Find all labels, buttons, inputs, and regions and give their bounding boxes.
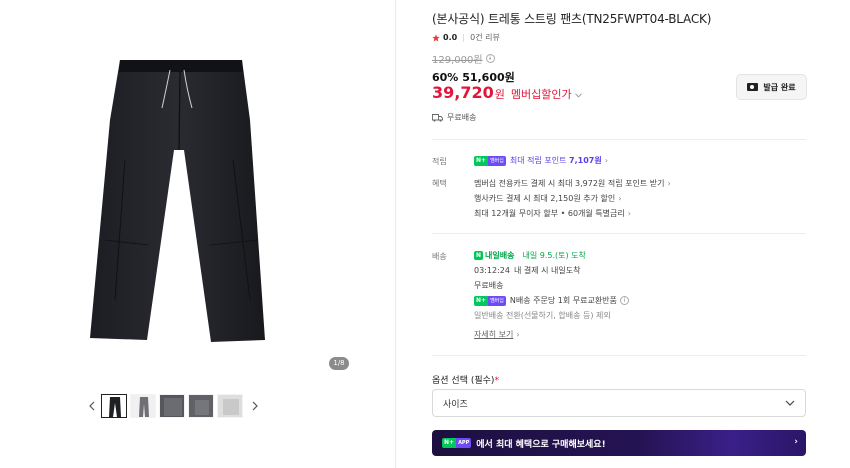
benefit-text-3: 최대 12개월 무이자 할부 • 60개월 특별금리 (474, 209, 625, 218)
app-tag: N+ APP (442, 438, 472, 448)
thumbnail-3[interactable] (159, 394, 185, 418)
app-tag-n: N+ (442, 438, 457, 448)
npay-member-tag: 멤버십 (488, 295, 506, 306)
option-required-text: (필수) (470, 376, 495, 386)
chevron-right-icon: › (618, 194, 622, 203)
coupon-icon (747, 83, 759, 91)
benefit-line-2[interactable]: 행사카드 결제 시 최대 2,150원 추가 할인 › (474, 193, 621, 204)
member-price: 39,720 (432, 83, 494, 102)
product-title: (본사공식) 트레통 스트링 팬츠(TN25FWPT04-BLACK) (432, 12, 712, 26)
deadline-text: 내 결제 시 내일도착 (513, 266, 581, 275)
member-price-line[interactable]: 39,720 원 멤버십할인가 (432, 83, 582, 102)
option-title-text: 옵션 선택 (432, 376, 468, 386)
points-label: 적립 (432, 157, 447, 166)
arrival-date: 내일 9.5.(토) 도착 (522, 251, 586, 260)
info-icon[interactable]: i (619, 296, 629, 305)
exchange-text: N배송 주문당 1회 무료교환반품 (509, 296, 617, 305)
chevron-right-icon: › (667, 179, 671, 188)
column-divider (395, 0, 396, 468)
chevron-right-icon: › (604, 156, 608, 165)
option-title: 옵션 선택 (필수)* (432, 373, 499, 386)
delivery-more-link[interactable]: 자세히 보기 › (474, 329, 520, 340)
app-promo-banner[interactable]: N+ APP 에서 최대 혜택으로 구매해보세요! › (432, 430, 806, 456)
deadline-line: 03:12:24 내 결제 시 내일도착 (474, 265, 580, 276)
coupon-button-label: 발급 완료 (763, 82, 796, 92)
info-icon[interactable]: i (485, 54, 495, 63)
npay-logo: N+ (474, 155, 489, 166)
thumb-prev-button[interactable] (86, 394, 98, 418)
fast-delivery-badge: N 내일배송 (474, 250, 514, 261)
delivery-free: 무료배송 (474, 281, 504, 290)
chevron-down-icon (574, 93, 582, 98)
chevron-right-icon: › (794, 437, 798, 447)
chevron-right-icon: › (627, 209, 631, 218)
section-divider (432, 233, 806, 234)
coupon-issued-button[interactable]: 발급 완료 (736, 74, 807, 100)
banner-text: 에서 최대 혜택으로 구매해보세요! (476, 439, 606, 450)
thumbnail-4[interactable] (188, 394, 214, 418)
required-asterisk: * (494, 376, 499, 386)
size-select-value: 사이즈 (443, 399, 468, 410)
delivery-label: 배송 (432, 252, 447, 261)
free-shipping-text: 무료배송 (447, 113, 477, 122)
exchange-line: N+ 멤버십 N배송 주문당 1회 무료교환반품 i (474, 295, 629, 306)
divider (463, 33, 465, 42)
benefits-label: 혜택 (432, 179, 447, 188)
max-points-amount: 7,107원 (569, 156, 602, 165)
section-divider (432, 355, 806, 356)
exception-line: 일반배송 전환(선물하기, 합배송 등) 제외 (474, 311, 611, 320)
chevron-right-icon (252, 401, 258, 411)
original-price: 129,000원 i (432, 51, 495, 66)
npay-member-tag: 멤버십 (488, 155, 506, 166)
original-price-text: 129,000원 (432, 55, 483, 66)
thumb-next-button[interactable] (249, 394, 261, 418)
npay-membership-badge: N+ 멤버십 (474, 155, 506, 166)
deadline-timer: 03:12:24 (474, 266, 510, 275)
thumbnail-5[interactable] (217, 394, 243, 418)
points-line[interactable]: N+ 멤버십 최대 적립 포인트 7,107원 › (474, 155, 608, 166)
image-page-badge: 1/8 (329, 357, 349, 370)
chevron-right-icon: › (516, 330, 520, 339)
fast-delivery-label: 내일배송 (485, 251, 515, 260)
max-points-label: 최대 적립 포인트 (509, 156, 567, 165)
benefit-line-1[interactable]: 멤버십 전용카드 결제 시 최대 3,972원 적립 포인트 받기 › (474, 178, 671, 189)
fast-delivery-line: N 내일배송 내일 9.5.(토) 도착 (474, 250, 586, 261)
benefit-text-2: 행사카드 결제 시 최대 2,150원 추가 할인 (474, 194, 616, 203)
app-tag-app: APP (456, 438, 472, 448)
product-main-image[interactable] (70, 40, 340, 355)
fast-delivery-icon: N (474, 251, 483, 260)
npay-membership-badge: N+ 멤버십 (474, 295, 506, 306)
rating-row[interactable]: 0.0 0건 리뷰 (432, 32, 500, 43)
thumbnail-strip (86, 393, 261, 419)
benefit-line-3[interactable]: 최대 12개월 무이자 할부 • 60개월 특별금리 › (474, 208, 631, 219)
free-shipping-row: 무료배송 (432, 112, 476, 123)
more-link-text: 자세히 보기 (474, 330, 514, 339)
chevron-down-icon (785, 400, 795, 406)
thumbnail-1[interactable] (101, 394, 127, 418)
size-select[interactable]: 사이즈 (432, 389, 806, 417)
benefit-text-1: 멤버십 전용카드 결제 시 최대 3,972원 적립 포인트 받기 (474, 179, 665, 188)
thumbnail-2[interactable] (130, 394, 156, 418)
truck-icon (432, 113, 443, 122)
rating-score: 0.0 (443, 33, 458, 42)
npay-logo: N+ (474, 295, 489, 306)
review-count: 0건 리뷰 (470, 33, 500, 42)
member-price-label: 멤버십할인가 (510, 88, 572, 101)
section-divider (432, 139, 806, 140)
chevron-left-icon (89, 401, 95, 411)
star-icon (432, 33, 440, 41)
max-points-text: 최대 적립 포인트 7,107원 (510, 155, 602, 166)
member-price-unit: 원 (494, 88, 505, 101)
